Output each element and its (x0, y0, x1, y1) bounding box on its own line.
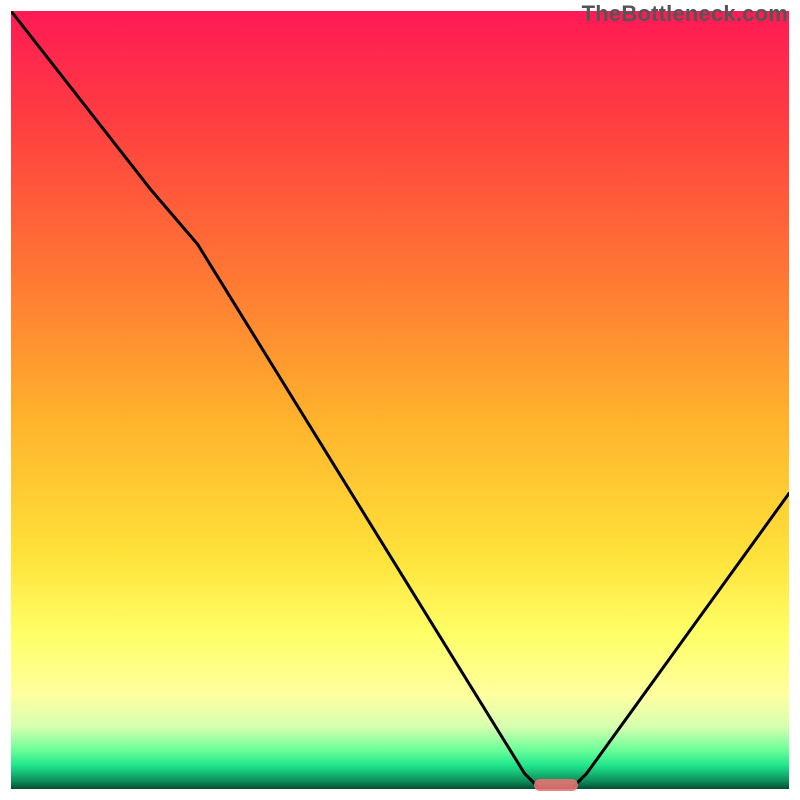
bottleneck-curve (11, 11, 789, 789)
plot-area (11, 11, 789, 789)
watermark-text: TheBottleneck.com (582, 1, 788, 27)
chart-frame: TheBottleneck.com (0, 0, 800, 800)
optimal-marker (534, 779, 578, 791)
